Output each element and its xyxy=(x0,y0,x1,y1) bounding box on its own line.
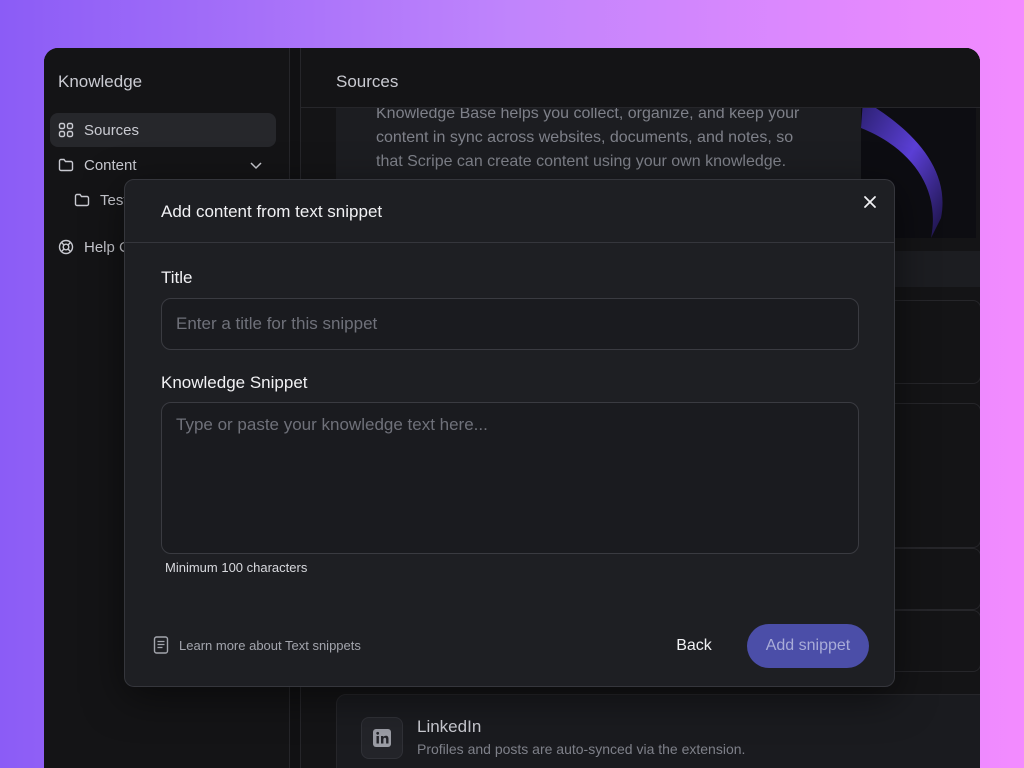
title-label: Title xyxy=(161,268,193,287)
close-button[interactable] xyxy=(860,192,880,212)
snippet-textarea[interactable] xyxy=(161,402,859,554)
document-icon xyxy=(153,636,169,654)
learn-more-label: Learn more about Text snippets xyxy=(179,637,361,653)
learn-more-link[interactable]: Learn more about Text snippets xyxy=(153,636,361,654)
character-hint: Minimum 100 characters xyxy=(165,560,308,575)
add-snippet-button[interactable]: Add snippet xyxy=(747,624,869,668)
snippet-label: Knowledge Snippet xyxy=(161,373,308,392)
dialog-header: Add content from text snippet xyxy=(125,180,894,243)
close-icon xyxy=(864,196,876,208)
back-button[interactable]: Back xyxy=(665,624,723,668)
text-snippet-dialog: Add content from text snippet Title Know… xyxy=(124,179,895,687)
dialog-title: Add content from text snippet xyxy=(161,202,383,221)
title-input[interactable] xyxy=(161,298,859,350)
